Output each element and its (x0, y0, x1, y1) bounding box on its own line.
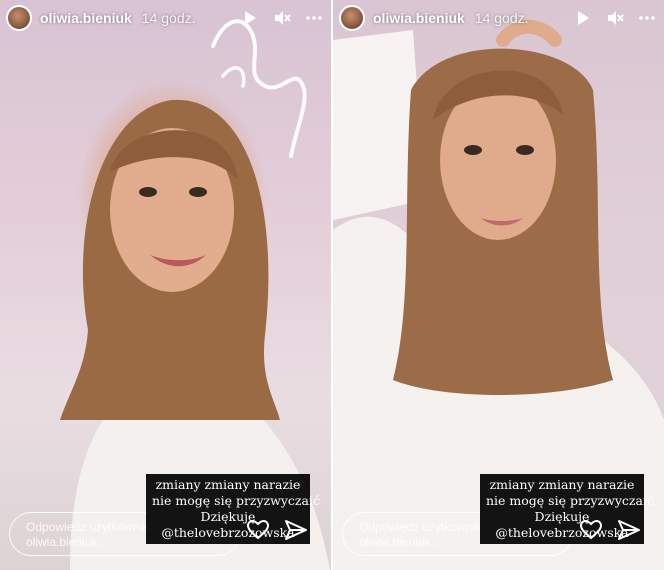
reply-actions (579, 518, 641, 542)
avatar[interactable] (6, 5, 32, 31)
heart-icon[interactable] (579, 518, 603, 542)
avatar[interactable] (339, 5, 365, 31)
caption-line: nie mogę się przyzwyczaić (486, 493, 654, 508)
send-icon[interactable] (617, 518, 641, 542)
header-controls (574, 9, 656, 27)
reply-actions (246, 518, 308, 542)
username[interactable]: oliwia.bieniuk (373, 10, 465, 26)
story-header: oliwia.bieniuk 14 godz. (339, 4, 656, 32)
mute-icon[interactable] (273, 9, 291, 27)
mute-icon[interactable] (606, 9, 624, 27)
play-icon[interactable] (574, 9, 592, 27)
header-controls (241, 9, 323, 27)
neon-sign (211, 19, 307, 158)
timestamp: 14 godz. (141, 10, 196, 26)
story-right: oliwia.bieniuk 14 godz. Odpowiedz użytko… (333, 0, 664, 570)
play-icon[interactable] (241, 9, 259, 27)
story-left: oliwia.bieniuk 14 godz. Odpowiedz użytko… (0, 0, 331, 570)
caption-line: zmiany zmiany narazie (489, 477, 635, 492)
caption-line: zmiany zmiany narazie (155, 477, 301, 492)
heart-icon[interactable] (246, 518, 270, 542)
more-icon[interactable] (305, 9, 323, 27)
timestamp: 14 godz. (474, 10, 529, 26)
story-header: oliwia.bieniuk 14 godz. (6, 4, 323, 32)
username[interactable]: oliwia.bieniuk (40, 10, 132, 26)
more-icon[interactable] (638, 9, 656, 27)
send-icon[interactable] (284, 518, 308, 542)
caption-line: nie mogę się przyzwyczaić (152, 493, 320, 508)
